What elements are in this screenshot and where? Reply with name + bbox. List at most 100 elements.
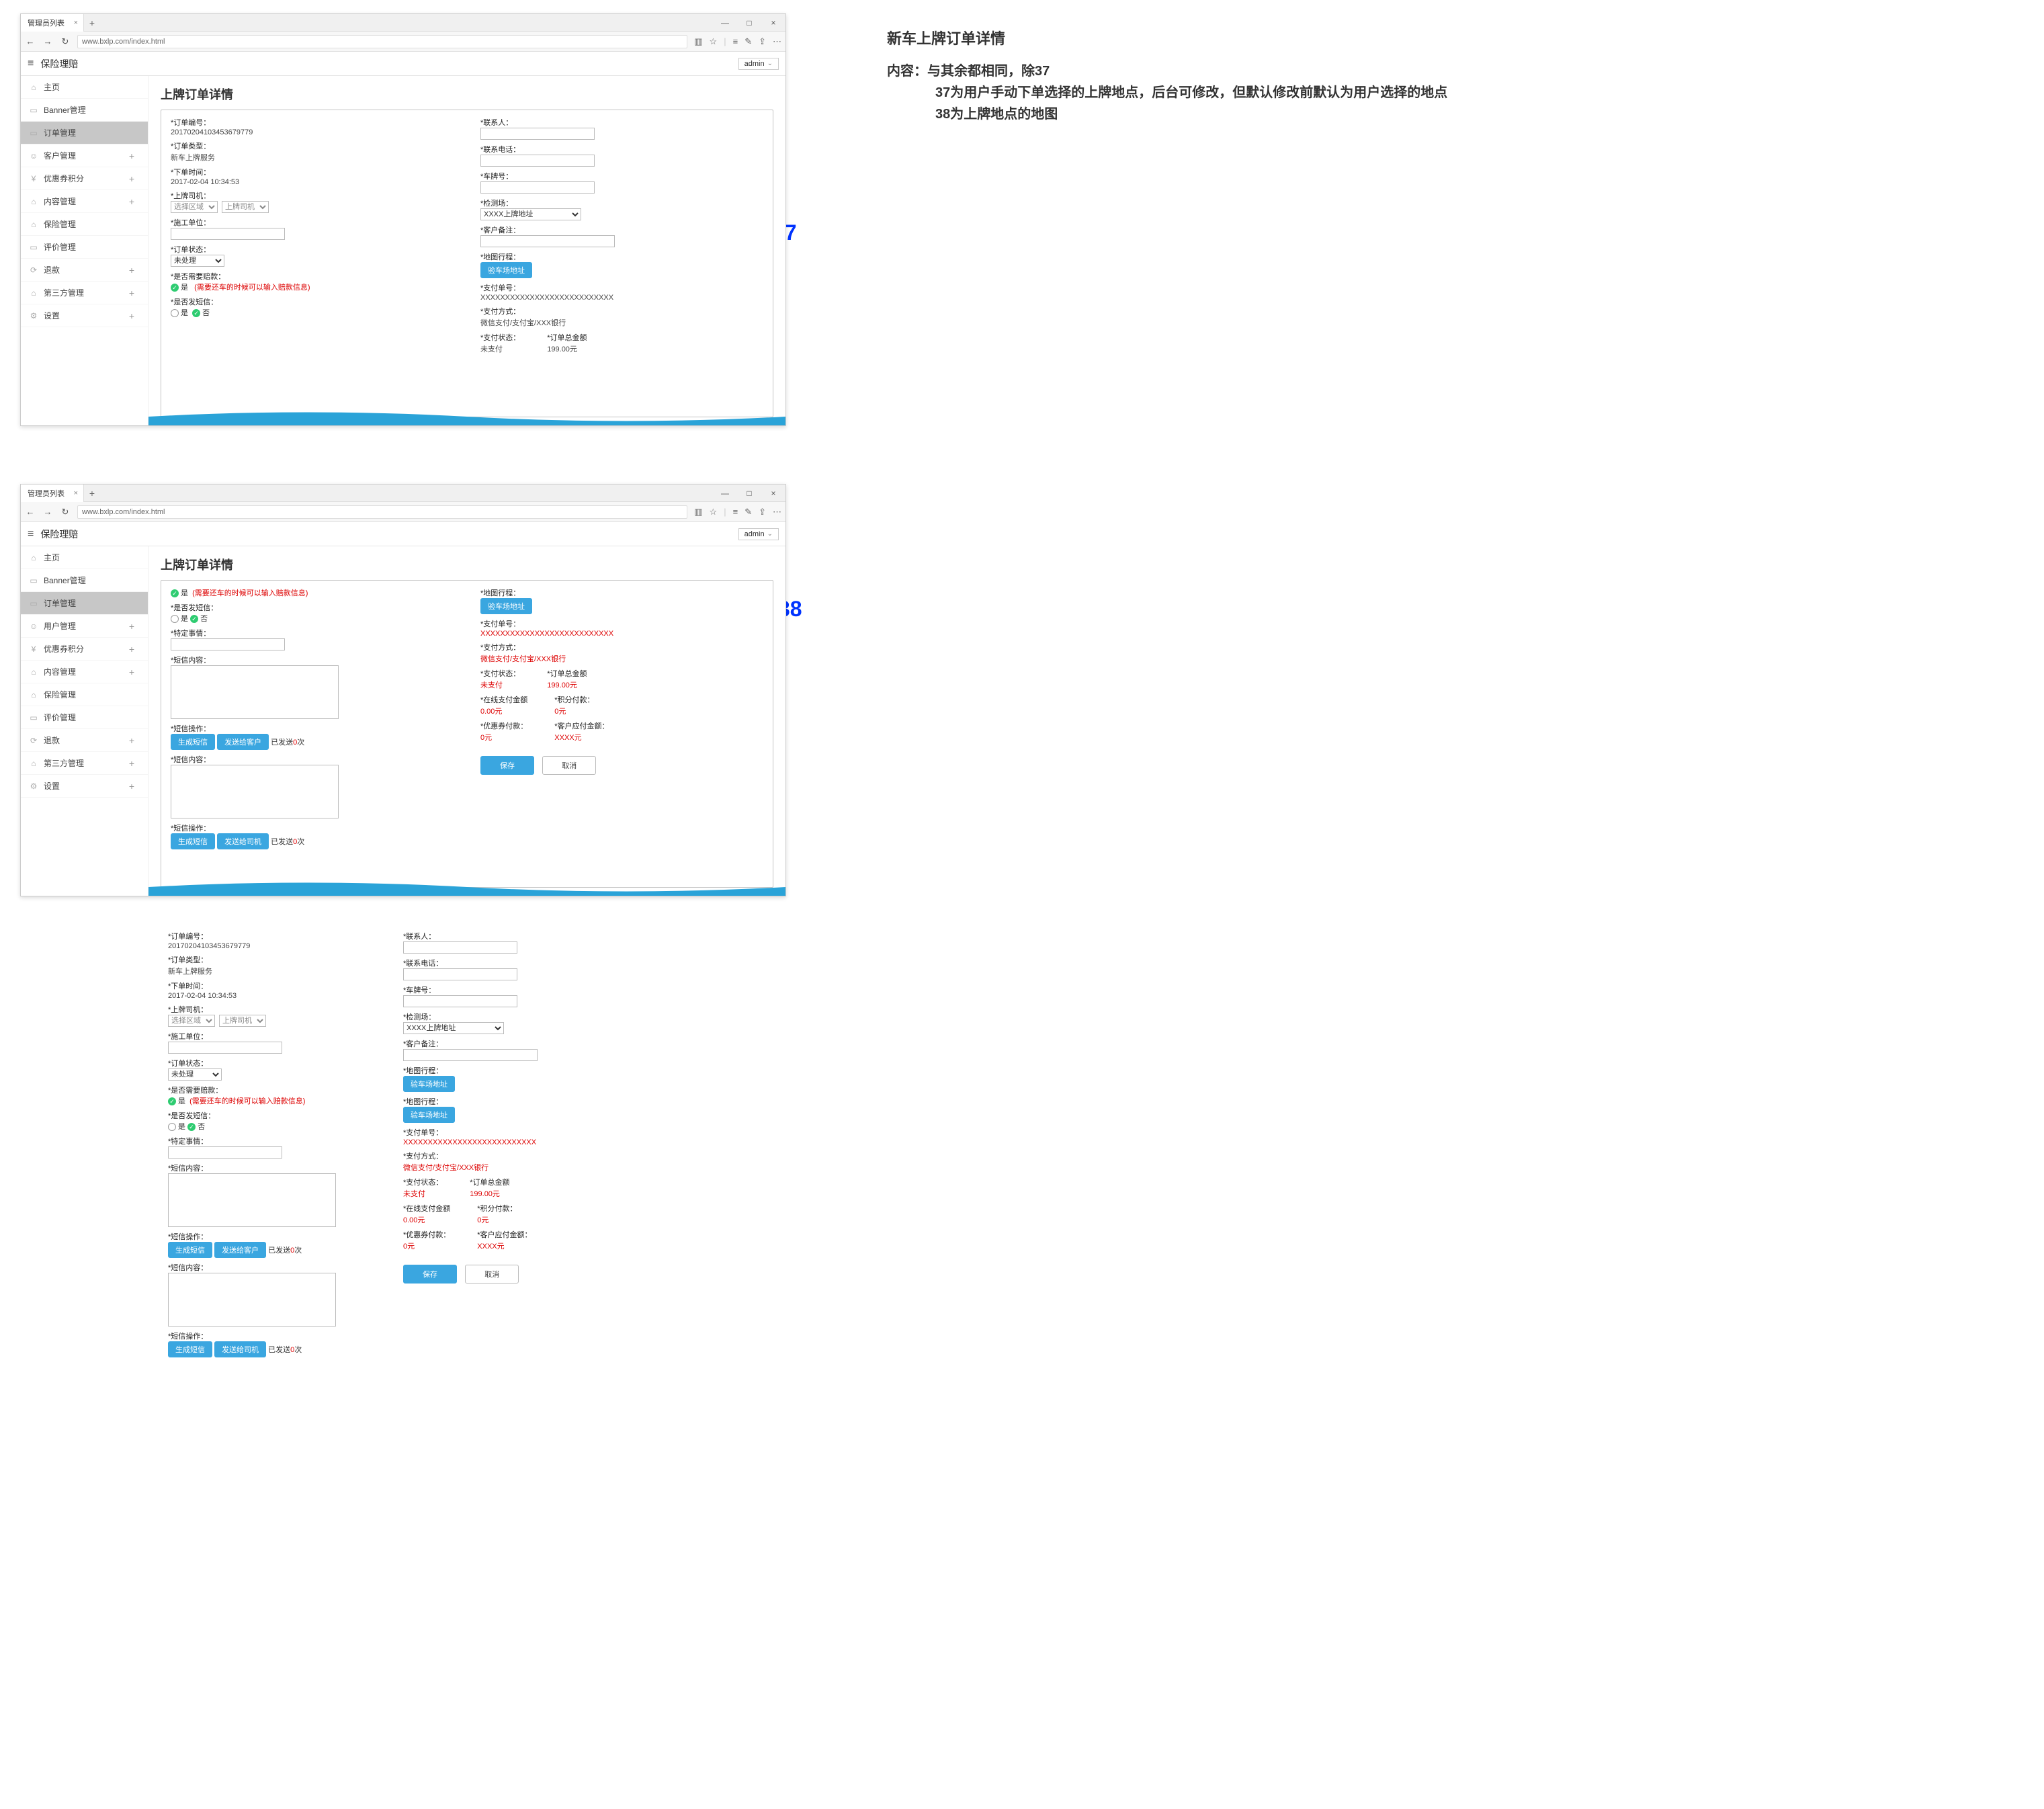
browser-tab[interactable]: 管理员列表 ×: [21, 485, 84, 502]
new-tab-button[interactable]: +: [84, 17, 100, 28]
forward-icon[interactable]: →: [42, 507, 53, 517]
admin-dropdown[interactable]: admin: [738, 528, 779, 540]
sidebar-item[interactable]: ⌂内容管理+: [21, 190, 148, 213]
cancel-button[interactable]: 取消: [465, 1265, 519, 1284]
sidebar-item[interactable]: ⚙设置+: [21, 304, 148, 327]
maximize-button[interactable]: □: [737, 489, 761, 498]
status-select[interactable]: 未处理: [168, 1068, 222, 1081]
radio-no-icon[interactable]: ✓: [190, 615, 198, 623]
expand-icon[interactable]: +: [124, 644, 140, 655]
reading-icon[interactable]: ≡: [733, 36, 738, 46]
special-input[interactable]: [168, 1146, 282, 1159]
new-tab-button[interactable]: +: [84, 488, 100, 499]
sms-content-textarea[interactable]: [171, 665, 339, 719]
test-site-select[interactable]: XXXX上牌地址: [403, 1022, 504, 1034]
cust-note-input[interactable]: [480, 235, 615, 247]
minimize-button[interactable]: —: [713, 18, 737, 28]
expand-icon[interactable]: +: [124, 265, 140, 276]
map-button[interactable]: 验车场地址: [480, 262, 532, 278]
close-icon[interactable]: ×: [74, 19, 78, 27]
more-icon[interactable]: ⋯: [773, 36, 781, 47]
bookmark-icon[interactable]: ▥: [694, 36, 702, 47]
gen-sms-button[interactable]: 生成短信: [171, 734, 215, 750]
gen-sms-button-2[interactable]: 生成短信: [168, 1341, 212, 1357]
share-icon[interactable]: ⇪: [759, 36, 766, 47]
edit-icon[interactable]: ✎: [744, 36, 752, 47]
sms-content-textarea[interactable]: [168, 1173, 336, 1227]
sidebar-item[interactable]: ¥优惠券积分+: [21, 167, 148, 190]
sidebar-item[interactable]: ⟳退款+: [21, 259, 148, 282]
share-icon[interactable]: ⇪: [759, 507, 766, 517]
sidebar-item[interactable]: ☺用户管理+: [21, 615, 148, 638]
phone-input[interactable]: [403, 968, 517, 980]
expand-icon[interactable]: +: [124, 310, 140, 321]
sms-content-textarea-2[interactable]: [168, 1273, 336, 1327]
sidebar-item[interactable]: ▭评价管理: [21, 706, 148, 729]
plate-input[interactable]: [403, 995, 517, 1007]
radio-no-icon[interactable]: ✓: [192, 309, 200, 317]
back-icon[interactable]: ←: [25, 507, 36, 517]
driver-name-select[interactable]: 上牌司机: [219, 1015, 266, 1027]
driver-region-select[interactable]: 选择区域: [171, 201, 218, 213]
reload-icon[interactable]: ↻: [60, 507, 71, 517]
sidebar-item[interactable]: ⌂保险管理: [21, 683, 148, 706]
radio-yes2-icon[interactable]: [171, 309, 179, 317]
reload-icon[interactable]: ↻: [60, 36, 71, 47]
sidebar-item[interactable]: ⚙设置+: [21, 775, 148, 798]
gen-sms-button[interactable]: 生成短信: [168, 1242, 212, 1258]
expand-icon[interactable]: +: [124, 151, 140, 161]
sidebar-item[interactable]: ▭Banner管理: [21, 569, 148, 592]
gen-sms-button-2[interactable]: 生成短信: [171, 833, 215, 849]
cancel-button[interactable]: 取消: [542, 756, 596, 775]
sidebar-item[interactable]: ¥优惠券积分+: [21, 638, 148, 661]
sidebar-item[interactable]: ⌂主页: [21, 76, 148, 99]
map-button[interactable]: 验车场地址: [403, 1076, 455, 1092]
back-icon[interactable]: ←: [25, 36, 36, 46]
star-icon[interactable]: ☆: [710, 36, 718, 47]
expand-icon[interactable]: +: [124, 781, 140, 792]
sidebar-item[interactable]: ▭Banner管理: [21, 99, 148, 122]
map-button[interactable]: 验车场地址: [480, 598, 532, 614]
contact-input[interactable]: [403, 941, 517, 954]
send-cust-button[interactable]: 发送给客户: [217, 734, 269, 750]
radio-yes2-icon[interactable]: [168, 1123, 176, 1131]
expand-icon[interactable]: +: [124, 758, 140, 769]
sidebar-item[interactable]: ⌂第三方管理+: [21, 752, 148, 775]
radio-no-icon[interactable]: ✓: [187, 1123, 196, 1131]
contact-input[interactable]: [480, 128, 595, 140]
cust-note-input[interactable]: [403, 1049, 538, 1061]
construct-input[interactable]: [171, 228, 285, 240]
sidebar-item[interactable]: ▭订单管理: [21, 592, 148, 615]
maximize-button[interactable]: □: [737, 18, 761, 28]
sidebar-item[interactable]: ☺客户管理+: [21, 144, 148, 167]
hamburger-icon[interactable]: ≡: [28, 528, 34, 540]
driver-name-select[interactable]: 上牌司机: [222, 201, 269, 213]
sidebar-item[interactable]: ⟳退款+: [21, 729, 148, 752]
bookmark-icon[interactable]: ▥: [694, 507, 702, 517]
admin-dropdown[interactable]: admin: [738, 58, 779, 70]
save-button[interactable]: 保存: [480, 756, 534, 775]
sidebar-item[interactable]: ⌂保险管理: [21, 213, 148, 236]
radio-yes-icon[interactable]: ✓: [171, 589, 179, 597]
send-cust-button[interactable]: 发送给客户: [214, 1242, 266, 1258]
test-site-select[interactable]: XXXX上牌地址: [480, 208, 581, 220]
sidebar-item[interactable]: ⌂主页: [21, 546, 148, 569]
expand-icon[interactable]: +: [124, 621, 140, 632]
more-icon[interactable]: ⋯: [773, 507, 781, 517]
sidebar-item[interactable]: ▭订单管理: [21, 122, 148, 144]
map-button-2[interactable]: 验车场地址: [403, 1107, 455, 1123]
hamburger-icon[interactable]: ≡: [28, 58, 34, 70]
expand-icon[interactable]: +: [124, 173, 140, 184]
close-icon[interactable]: ×: [74, 489, 78, 497]
sidebar-item[interactable]: ▭评价管理: [21, 236, 148, 259]
sidebar-item[interactable]: ⌂第三方管理+: [21, 282, 148, 304]
plate-input[interactable]: [480, 181, 595, 194]
special-input[interactable]: [171, 638, 285, 650]
expand-icon[interactable]: +: [124, 735, 140, 746]
send-driver-button[interactable]: 发送给司机: [217, 833, 269, 849]
sidebar-item[interactable]: ⌂内容管理+: [21, 661, 148, 683]
url-field[interactable]: www.bxlp.com/index.html: [77, 35, 687, 48]
close-window-button[interactable]: ×: [761, 489, 785, 498]
construct-input[interactable]: [168, 1042, 282, 1054]
reading-icon[interactable]: ≡: [733, 507, 738, 517]
